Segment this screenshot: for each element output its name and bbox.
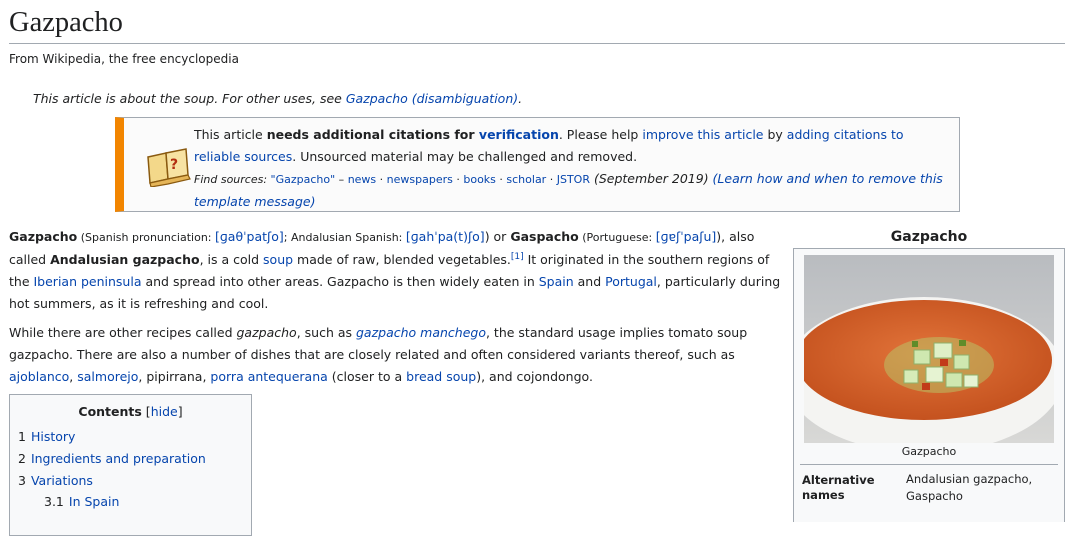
ipa-portuguese-link[interactable]: [ɡɐʃˈpaʃu] [656,229,717,244]
source-sep: · [495,173,507,186]
lead-text: , pipirrana, [138,369,211,384]
page-tagline: From Wikipedia, the free encyclopedia [9,52,239,66]
toc-item-variations[interactable]: 3 Variations [18,470,93,492]
source-newspapers-link[interactable]: newspapers [387,173,453,186]
toc-number: 1 [18,429,26,444]
notice-bold: needs additional citations for [266,127,479,142]
notice-text-2: . Please help [558,127,643,142]
alternative-names-label: Alternative names [802,473,875,502]
porra-antequerana-link[interactable]: porra antequerana [210,369,327,384]
toc-link[interactable]: Ingredients and preparation [31,451,206,466]
alternative-names-value: Andalusian gazpacho, Gaspacho [906,472,1033,503]
lead-text: made of raw, blended vegetables. [293,252,511,267]
gazpacho-manchego-link[interactable]: gazpacho manchego [356,325,486,340]
soup-link[interactable]: soup [263,252,293,267]
lead-text: , is a cold [199,252,264,267]
find-dash: – [335,173,348,186]
source-books-link[interactable]: books [463,173,496,186]
infobox-divider [800,464,1058,465]
citation-notice-box: ? This article needs additional citation… [115,117,960,212]
book-question-icon: ? [147,148,191,187]
source-sep: · [376,173,387,186]
lead-text: and [573,274,606,289]
term-gazpacho-italic: gazpacho [236,325,297,340]
toc-item-ingredients[interactable]: 2 Ingredients and preparation [18,448,206,470]
lead-paragraph-1: Gazpacho (Spanish pronunciation: [ɡaθˈpa… [9,226,784,315]
svg-text:?: ? [170,157,178,173]
toc-number: 3 [18,473,26,488]
find-sources-label: Find sources: [194,173,271,186]
find-query-link[interactable]: "Gazpacho" [271,173,336,186]
notice-text-3: by [763,127,787,142]
ajoblanco-link[interactable]: ajoblanco [9,369,69,384]
toc-link[interactable]: Variations [31,473,93,488]
find-sources-line: Find sources: "Gazpacho" – news · newspa… [194,168,949,214]
pron-label-1: (Spanish pronunciation: [77,231,215,244]
toc-bracket: ] [177,404,183,419]
term-andalusian-gazpacho: Andalusian gazpacho [50,252,200,267]
salmorejo-link[interactable]: salmorejo [77,369,138,384]
ipa-andalusian-link[interactable]: [ɡahˈpa(t)ʃo] [406,229,485,244]
toc-hide-link[interactable]: hide [151,404,178,419]
infobox-title: Gazpacho [890,229,968,245]
lead-text: , such as [296,325,356,340]
notice-text-4: . Unsourced material may be challenged a… [292,149,638,164]
source-news-link[interactable]: news [348,173,376,186]
reference-1-link[interactable]: [1] [511,252,524,262]
bread-soup-link[interactable]: bread soup [406,369,476,384]
term-gaspacho: Gaspacho [510,229,579,244]
notice-text: This article needs additional citations … [194,124,949,214]
toc-number: 3.1 [44,494,64,509]
pron-label-3: (Portuguese: [578,231,656,244]
hatnote-end: . [518,91,523,106]
table-of-contents: Contents [hide] 1 History 2 Ingredients an… [9,394,252,536]
lead-text: While there are other recipes called [9,325,237,340]
toc-link[interactable]: In Spain [69,494,120,509]
lead-paragraph-2: While there are other recipes called gaz… [9,322,784,388]
lead-text: and spread into other areas. Gazpacho is… [141,274,539,289]
photo-caption: Gazpacho [901,445,957,458]
lead-text: ) or [484,229,511,244]
toc-link[interactable]: History [31,429,75,444]
lead-text: (closer to a [327,369,407,384]
infobox: Gazpacho Alternative names Andalusian ga… [793,248,1065,522]
source-jstor-link[interactable]: JSTOR [557,173,590,186]
toc-bracket: [ [141,404,151,419]
source-scholar-link[interactable]: scholar [506,173,546,186]
lead-text: ), and cojondongo. [476,369,593,384]
pron-label-2: ; Andalusian Spanish: [283,231,406,244]
toc-item-in-spain[interactable]: 3.1 In Spain [44,491,119,513]
spain-link[interactable]: Spain [539,274,574,289]
notice-text-1: This article [194,127,267,142]
page-title: Gazpacho [9,4,1065,44]
disambiguation-link[interactable]: Gazpacho (disambiguation) [346,91,518,106]
term-gazpacho: Gazpacho [9,229,78,244]
improve-article-link[interactable]: improve this article [642,127,763,142]
notice-date: (September 2019) [589,171,709,186]
lead-section: Gazpacho (Spanish pronunciation: [ɡaθˈpa… [9,226,784,395]
source-sep: · [452,173,464,186]
hatnote: This article is about the soup. For othe… [33,91,522,106]
iberian-peninsula-link[interactable]: Iberian peninsula [34,274,142,289]
hatnote-text: This article is about the soup. For othe… [33,91,346,106]
toc-item-history[interactable]: 1 History [18,426,75,448]
source-sep: · [546,173,557,186]
toc-title: Contents [hide] [10,404,251,419]
gazpacho-photo[interactable] [804,255,1054,443]
toc-heading: Contents [78,404,142,419]
portugal-link[interactable]: Portugal [605,274,657,289]
verification-link[interactable]: verification [479,127,559,142]
toc-number: 2 [18,451,26,466]
ipa-spanish-link[interactable]: [ɡaθˈpatʃo] [215,229,284,244]
